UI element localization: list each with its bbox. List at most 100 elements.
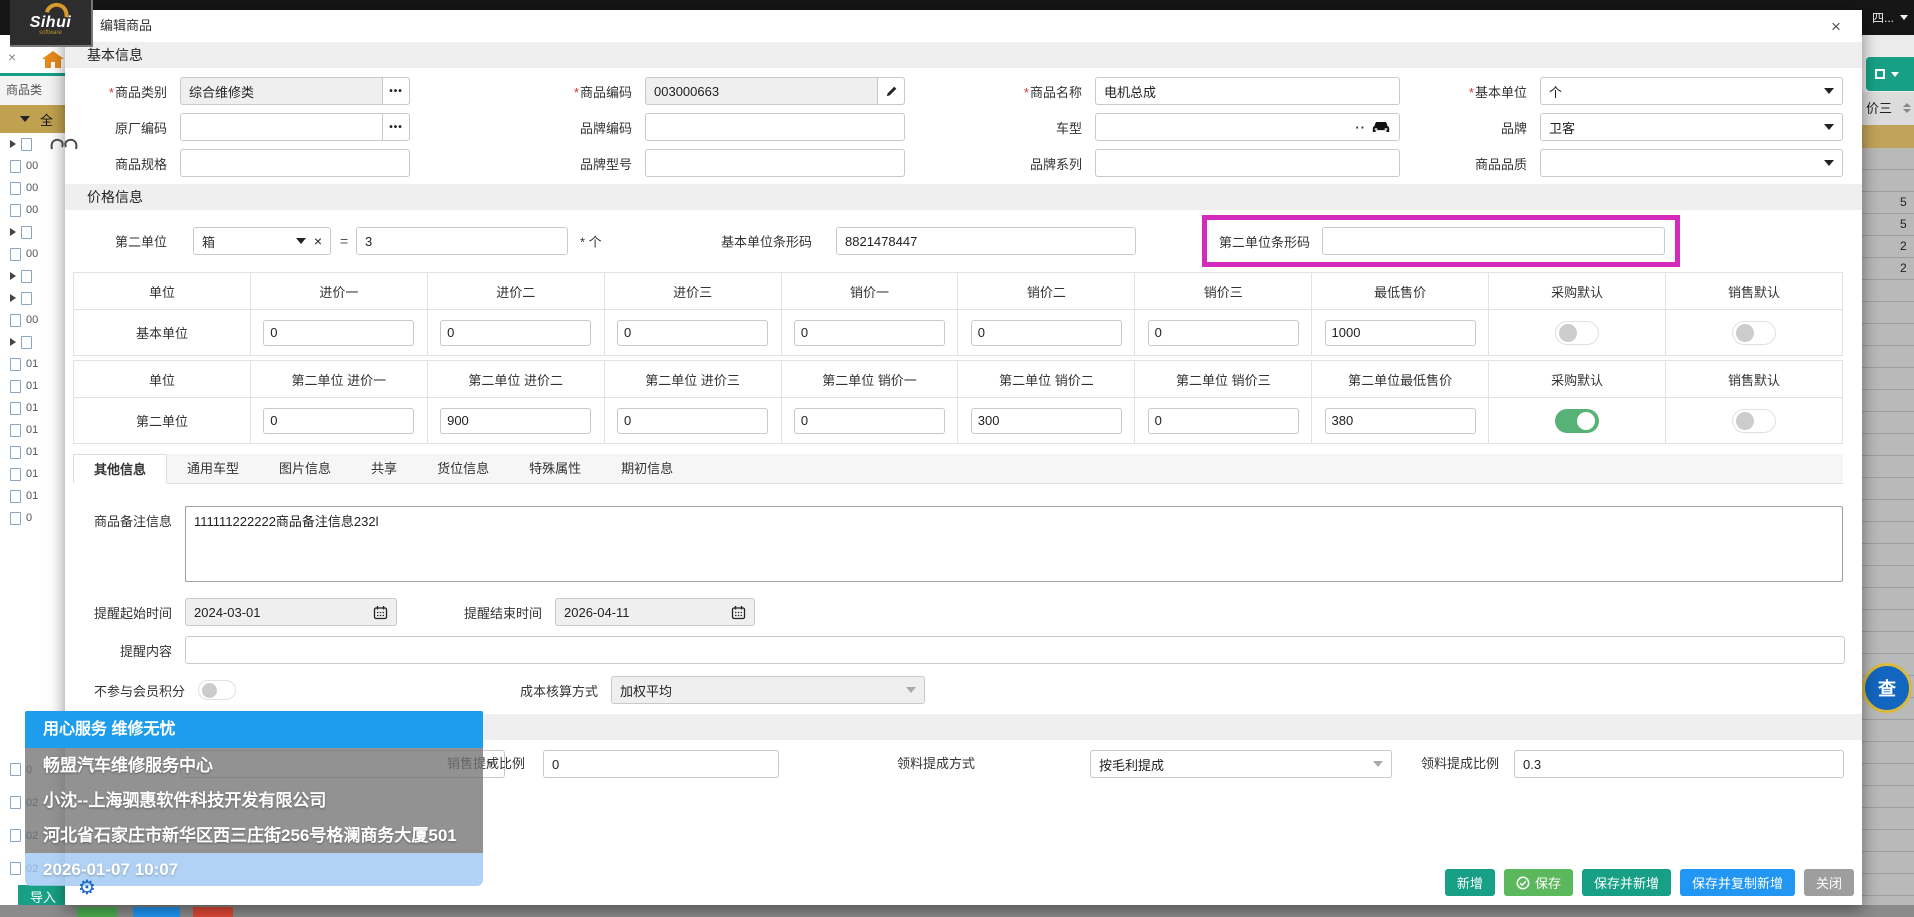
tab-storage-location[interactable]: 货位信息 xyxy=(417,454,509,483)
close-icon[interactable]: × xyxy=(1826,17,1846,37)
car-model-field[interactable]: ·· xyxy=(1095,113,1400,141)
brand-model-field[interactable] xyxy=(645,149,905,177)
purchase-price3-input[interactable] xyxy=(617,408,768,434)
product-code-field[interactable] xyxy=(645,77,905,105)
purchase-default-toggle[interactable] xyxy=(1555,409,1599,433)
tree-item[interactable]: 00 xyxy=(0,177,65,199)
tree-item[interactable]: 00 xyxy=(0,309,65,331)
table-row-selected[interactable] xyxy=(1862,125,1914,148)
base-unit-input[interactable] xyxy=(1549,84,1824,99)
material-commission-ratio-input[interactable] xyxy=(1514,750,1844,778)
toolbar-button-blue[interactable] xyxy=(133,907,180,917)
calendar-icon[interactable] xyxy=(731,605,746,620)
sale-commission-ratio-input[interactable] xyxy=(543,750,779,778)
brand-select[interactable] xyxy=(1540,113,1843,141)
brand-model-input[interactable] xyxy=(654,156,896,171)
tree-item[interactable]: 0 xyxy=(0,507,65,529)
save-button[interactable]: 保存 xyxy=(1504,869,1573,896)
save-and-copy-button[interactable]: 保存并复制新增 xyxy=(1680,869,1795,896)
tab-special-attributes[interactable]: 特殊属性 xyxy=(509,454,601,483)
remind-start-field[interactable] xyxy=(185,598,397,626)
no-member-points-toggle[interactable] xyxy=(198,680,236,700)
brand-input[interactable] xyxy=(1549,120,1824,135)
brand-series-field[interactable] xyxy=(1095,149,1400,177)
tree-item[interactable] xyxy=(0,331,65,353)
purchase-price1-input[interactable] xyxy=(263,320,414,346)
purchase-price3-input[interactable] xyxy=(617,320,768,346)
more-icon[interactable]: ••• xyxy=(382,78,409,104)
remind-content-field[interactable] xyxy=(185,636,1845,664)
pencil-icon[interactable] xyxy=(877,78,904,104)
sale-price1-input[interactable] xyxy=(794,408,945,434)
remind-content-input[interactable] xyxy=(194,643,1836,658)
brand-code-field[interactable] xyxy=(645,113,905,141)
second-unit-barcode-input[interactable] xyxy=(1322,227,1665,255)
quality-input[interactable] xyxy=(1549,156,1824,171)
spec-input[interactable] xyxy=(189,156,401,171)
sale-price2-input[interactable] xyxy=(971,320,1122,346)
search-fab[interactable]: 查 xyxy=(1862,663,1912,713)
right-panel-action-button[interactable] xyxy=(1866,57,1914,91)
sale-default-toggle[interactable] xyxy=(1732,321,1776,345)
toolbar-button-red[interactable] xyxy=(193,907,233,917)
cost-method-input[interactable] xyxy=(620,683,906,698)
quality-select[interactable] xyxy=(1540,149,1843,177)
calendar-icon[interactable] xyxy=(373,605,388,620)
sale-price2-input[interactable] xyxy=(971,408,1122,434)
spec-field[interactable] xyxy=(180,149,410,177)
car-icon[interactable] xyxy=(1371,120,1391,134)
purchase-default-toggle[interactable] xyxy=(1555,321,1599,345)
close-button[interactable]: 关闭 xyxy=(1804,869,1854,896)
sale-default-toggle[interactable] xyxy=(1732,409,1776,433)
purchase-price2-input[interactable] xyxy=(440,408,591,434)
clear-icon[interactable]: × xyxy=(314,233,322,249)
remind-start-input[interactable] xyxy=(194,605,373,620)
base-unit-select[interactable] xyxy=(1540,77,1843,105)
base-unit-barcode-input[interactable] xyxy=(836,227,1136,255)
tree-item[interactable] xyxy=(0,287,65,309)
toolbar-button-green[interactable] xyxy=(77,907,117,917)
car-model-input[interactable] xyxy=(1104,120,1355,135)
remind-end-input[interactable] xyxy=(564,605,731,620)
tree-item[interactable]: 01 xyxy=(0,419,65,441)
tab-close-icon[interactable]: × xyxy=(8,49,16,65)
more-icon[interactable]: ••• xyxy=(382,114,409,140)
tree-item[interactable]: 01 xyxy=(0,485,65,507)
factory-code-input[interactable] xyxy=(189,120,378,135)
material-commission-method-select[interactable] xyxy=(1090,750,1392,778)
min-price-input[interactable] xyxy=(1325,408,1476,434)
tree-item[interactable]: 01 xyxy=(0,463,65,485)
product-name-input[interactable] xyxy=(1104,84,1391,99)
unit-factor-input[interactable] xyxy=(356,227,568,255)
tree-item[interactable]: 01 xyxy=(0,397,65,419)
settings-gear-icon[interactable]: ⚙ xyxy=(78,878,96,898)
second-unit-select[interactable]: 箱 × xyxy=(193,227,331,255)
tree-item[interactable]: 00 xyxy=(0,155,65,177)
brand-series-input[interactable] xyxy=(1104,156,1391,171)
tree-item[interactable]: 01 xyxy=(0,441,65,463)
remark-textarea[interactable]: 111111222222商品备注信息232l xyxy=(185,506,1843,582)
tree-item[interactable] xyxy=(0,221,65,243)
tab-images[interactable]: 图片信息 xyxy=(259,454,351,483)
sale-price1-input[interactable] xyxy=(794,320,945,346)
product-name-field[interactable] xyxy=(1095,77,1400,105)
tab-common-models[interactable]: 通用车型 xyxy=(167,454,259,483)
user-menu[interactable]: 四... xyxy=(1872,9,1908,26)
tree-node-selected[interactable]: 全 xyxy=(0,105,65,133)
category-field[interactable]: ••• xyxy=(180,77,410,105)
remind-end-field[interactable] xyxy=(555,598,755,626)
category-input[interactable] xyxy=(189,84,378,99)
tree-item[interactable]: 00 xyxy=(0,243,65,265)
material-commission-method-input[interactable] xyxy=(1099,757,1373,772)
purchase-price1-input[interactable] xyxy=(263,408,414,434)
save-and-add-button[interactable]: 保存并新增 xyxy=(1582,869,1671,896)
tree-item[interactable]: 00 xyxy=(0,199,65,221)
tab-share[interactable]: 共享 xyxy=(351,454,417,483)
tree-item[interactable] xyxy=(0,265,65,287)
purchase-price2-input[interactable] xyxy=(440,320,591,346)
home-icon[interactable] xyxy=(42,51,65,68)
tree-item[interactable]: 01 xyxy=(0,375,65,397)
tree-item[interactable]: 01 xyxy=(0,353,65,375)
factory-code-field[interactable]: ••• xyxy=(180,113,410,141)
brand-code-input[interactable] xyxy=(654,120,896,135)
